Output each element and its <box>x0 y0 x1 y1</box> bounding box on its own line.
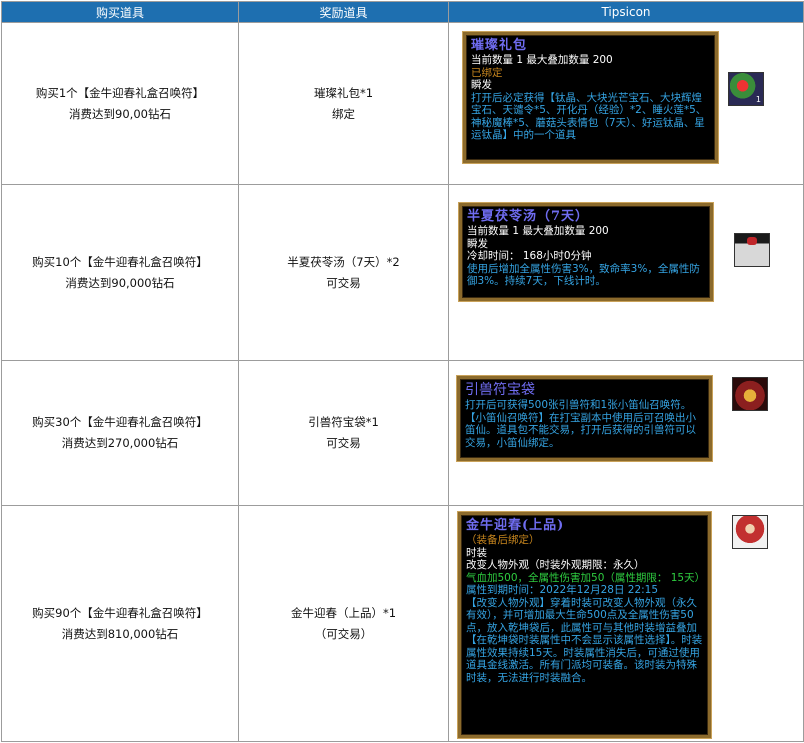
tip-cell: 引兽符宝袋 打开后可获得500张引兽符和1张小笛仙召唤符。【小笛仙召唤符】在打宝… <box>448 360 804 506</box>
reward-cell: 璀璨礼包*1 绑定 <box>238 22 449 185</box>
reward-line: 可交易 <box>326 436 361 450</box>
tooltip-line: （装备后绑定） <box>466 534 540 546</box>
tooltip-line: 打开后必定获得【钛晶、大块光芒宝石、大块辉煌宝石、天谴令*5、开化丹（经验）*2… <box>471 91 707 142</box>
tooltip-box: 金牛迎春(上品) （装备后绑定） 时装 改变人物外观（时装外观期限：永久） 气血… <box>458 512 711 738</box>
tooltip-line: 气血加500，全属性伤害加50（属性期限： 15天） <box>466 571 706 584</box>
purchase-cell: 购买30个【金牛迎春礼盒召唤符】 消费达到270,000钻石 <box>1 360 239 506</box>
gift-pack-icon: 1 <box>728 72 764 106</box>
tooltip-box: 半夏茯苓汤（7天） 当前数量 1 最大叠加数量 200 瞬发 冷却时间： 168… <box>459 203 713 301</box>
reward-cell: 引兽符宝袋*1 可交易 <box>238 360 449 506</box>
table-row: 购买10个【金牛迎春礼盒召唤符】 消费达到90,000钻石 半夏茯苓汤（7天）*… <box>1 184 804 361</box>
tooltip-line: 瞬发 <box>471 79 492 91</box>
tooltip-line: 改变人物外观（时装外观期限：永久） <box>466 559 645 571</box>
tooltip-line: 打开后可获得500张引兽符和1张小笛仙召唤符。【小笛仙召唤符】在打宝副本中使用后… <box>465 399 696 449</box>
purchase-line: 消费达到270,000钻石 <box>61 436 179 450</box>
purchase-line: 消费达到810,000钻石 <box>61 626 179 641</box>
tooltip-line: 属性到期时间：2022年12月28日 22:15 <box>466 584 659 596</box>
reward-line: 金牛迎春（上品）*1 <box>290 605 397 620</box>
tip-cell: 璀璨礼包 当前数量 1 最大叠加数量 200 已绑定 瞬发 打开后必定获得【钛晶… <box>448 22 804 185</box>
table-row: 购买30个【金牛迎春礼盒召唤符】 消费达到270,000钻石 引兽符宝袋*1 可… <box>1 360 804 506</box>
purchase-line: 购买1个【金牛迎春礼盒召唤符】 <box>35 85 205 100</box>
tip-cell: 半夏茯苓汤（7天） 当前数量 1 最大叠加数量 200 瞬发 冷却时间： 168… <box>448 184 804 361</box>
reward-cell: 金牛迎春（上品）*1 （可交易） <box>238 505 449 742</box>
header-reward: 奖励道具 <box>238 1 449 23</box>
purchase-cell: 购买10个【金牛迎春礼盒召唤符】 消费达到90,000钻石 <box>1 184 239 361</box>
reward-line: 可交易 <box>326 275 361 290</box>
tooltip-line: 【改变人物外观】穿着时装可改变人物外观（永久有效），并可增加最大生命500点及全… <box>466 596 703 684</box>
tooltip-line: 时装 <box>466 546 487 559</box>
header-row: 购买道具 奖励道具 Tipsicon <box>1 1 804 23</box>
purchase-line: 消费达到90,00钻石 <box>69 106 171 121</box>
tooltip-line: 当前数量 1 最大叠加数量 200 <box>467 225 609 237</box>
tooltip-title: 璀璨礼包 <box>471 38 528 53</box>
purchase-line: 购买10个【金牛迎春礼盒召唤符】 <box>32 254 208 269</box>
purchase-cell: 购买90个【金牛迎春礼盒召唤符】 消费达到810,000钻石 <box>1 505 239 742</box>
reward-line: 引兽符宝袋*1 <box>308 415 379 429</box>
table-row: 购买1个【金牛迎春礼盒召唤符】 消费达到90,00钻石 璀璨礼包*1 绑定 璀璨… <box>1 22 804 185</box>
reward-cell: 半夏茯苓汤（7天）*2 可交易 <box>238 184 449 361</box>
reward-line: 绑定 <box>332 106 355 121</box>
purchase-line: 消费达到90,000钻石 <box>65 275 175 290</box>
reward-table: 购买道具 奖励道具 Tipsicon 购买1个【金牛迎春礼盒召唤符】 消费达到9… <box>1 1 804 742</box>
tooltip-title: 金牛迎春(上品) <box>466 518 565 533</box>
tooltip-line: 瞬发 <box>467 237 488 250</box>
tooltip-box: 引兽符宝袋 打开后可获得500张引兽符和1张小笛仙召唤符。【小笛仙召唤符】在打宝… <box>457 376 712 461</box>
costume-icon <box>732 515 768 549</box>
tooltip-box: 璀璨礼包 当前数量 1 最大叠加数量 200 已绑定 瞬发 打开后必定获得【钛晶… <box>463 32 718 163</box>
header-purchase: 购买道具 <box>1 1 239 23</box>
reward-line: 璀璨礼包*1 <box>313 85 374 100</box>
table-row: 购买90个【金牛迎春礼盒召唤符】 消费达到810,000钻石 金牛迎春（上品）*… <box>1 505 804 742</box>
soup-bowl-icon <box>734 233 770 267</box>
tooltip-line: 已绑定 <box>471 66 503 79</box>
tooltip-title: 半夏茯苓汤（7天） <box>467 209 590 224</box>
reward-line: 半夏茯苓汤（7天）*2 <box>287 254 400 269</box>
header-tipsicon: Tipsicon <box>448 1 804 23</box>
purchase-cell: 购买1个【金牛迎春礼盒召唤符】 消费达到90,00钻石 <box>1 22 239 185</box>
tip-cell: 金牛迎春(上品) （装备后绑定） 时装 改变人物外观（时装外观期限：永久） 气血… <box>448 505 804 742</box>
purchase-line: 购买30个【金牛迎春礼盒召唤符】 <box>32 415 208 429</box>
treasure-bag-icon <box>732 377 768 411</box>
reward-line: （可交易） <box>314 626 373 641</box>
tooltip-title: 引兽符宝袋 <box>465 382 535 398</box>
tooltip-line: 当前数量 1 最大叠加数量 200 <box>471 54 613 66</box>
purchase-line: 购买90个【金牛迎春礼盒召唤符】 <box>32 605 208 620</box>
tooltip-line: 使用后增加全属性伤害3%，致命率3%，全属性防御3%。持续7天，下线计时。 <box>467 262 700 288</box>
tooltip-line: 冷却时间： 168小时0分钟 <box>467 250 592 262</box>
